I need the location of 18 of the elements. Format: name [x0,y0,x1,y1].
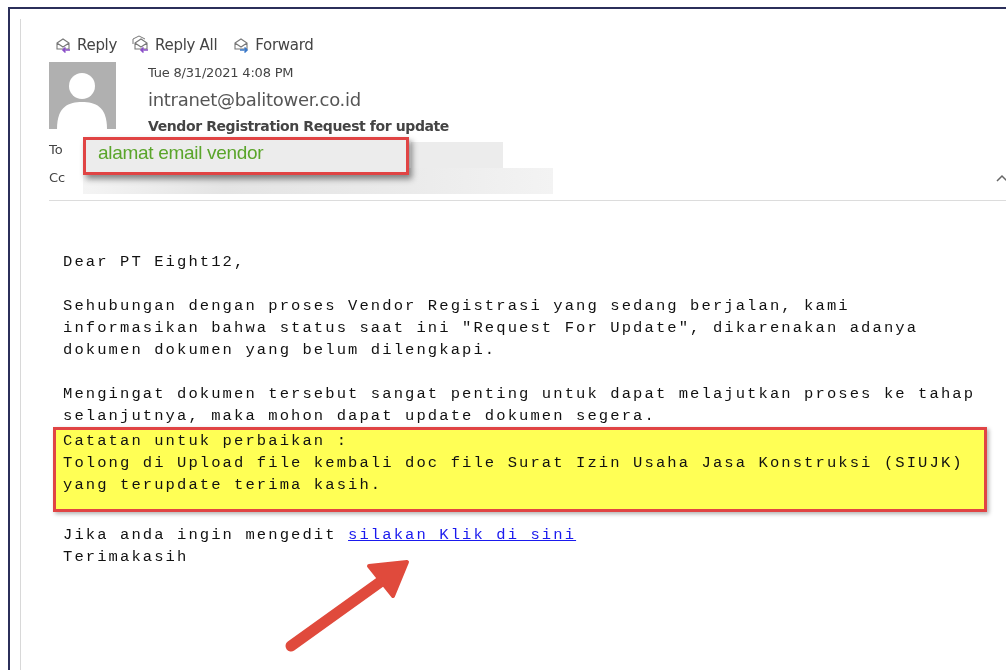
to-label: To [49,142,63,157]
toolbar-button[interactable]: Forward [231,35,314,54]
toolbar-button[interactable]: Reply [53,35,118,54]
greeting-text: Dear PT Eight12, [63,252,247,273]
note-title: Catatan untuk perbaikan : [63,431,350,452]
sent-date: Tue 8/31/2021 4:08 PM [148,65,295,80]
body-paragraph: Mengingat dokumen tersebut sangat penting untuk dapat melajutkan proses ke tahap selanjutnya, maka mohon dapat update dokumen segera. [63,384,977,427]
collapse-caret-icon[interactable] [996,174,1006,182]
edit-link[interactable]: silakan Klik di sini [348,526,577,544]
sender-address: intranet@balitower.co.id [148,89,362,110]
cc-label: Cc [49,170,66,185]
body-paragraph: Sehubungan dengan proses Vendor Registrasi yang sedang berjalan, kami informasikan bahwa status saat ini "Request For Update", dikarenakan adanya dokumen dokumen yang belum dilengkapi. [63,296,920,361]
note-text: Tolong di Upload file kembali doc file Surat Izin Usaha Jasa Konstruksi (SIUJK) yang terupdate terima kasih. [63,453,965,496]
toolbar-button[interactable]: Reply All [131,35,218,54]
closing-text: Terimakasih [63,547,190,568]
annotation-callout: alamat email vendor [83,137,409,175]
edit-prompt: Jika anda ingin mengedit [63,526,338,544]
email-subject: Vendor Registration Request for update [148,118,449,134]
